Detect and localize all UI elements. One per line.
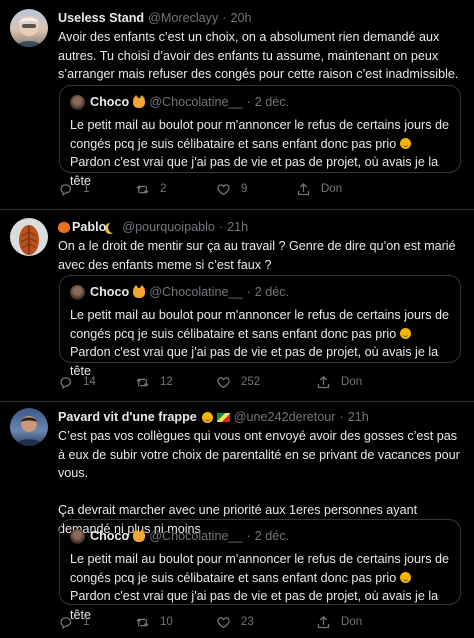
tweet[interactable]: Pavard vit d'une frappe @une242deretour … [0,402,474,638]
share-icon [316,615,331,630]
congo-flag-icon [216,412,230,422]
share-button[interactable]: Don [316,612,362,632]
like-button[interactable]: 252 [216,372,260,392]
reply-button[interactable]: 1 [58,179,89,199]
share-label: Don [321,183,343,195]
share-button[interactable]: Don [296,179,342,199]
quoted-avatar [70,95,85,110]
separator: · [246,95,251,109]
avatar[interactable] [10,408,48,446]
quoted-line-1: Le petit mail au boulot pour m'annoncer … [70,552,453,585]
retweet-button[interactable]: 12 [135,372,173,392]
tweet-actions: 1 10 23 Don [58,612,453,632]
timestamp[interactable]: 21h [348,409,369,425]
upside-down-face-emoji-icon [399,327,411,339]
like-icon [216,182,231,197]
quoted-line-1: Le petit mail au boulot pour m'annoncer … [70,118,453,151]
moon-emoji-icon [108,222,118,233]
quoted-author-name: Choco [90,95,130,109]
like-count: 9 [241,183,248,195]
author-name[interactable]: Useless Stand [58,10,144,26]
tweet-text: Avoir des enfants c’est un choix, on a a… [58,30,459,81]
reply-count: 1 [83,616,90,628]
retweet-button[interactable]: 2 [135,179,166,199]
upside-down-face-emoji-icon [399,137,411,149]
retweet-icon [135,615,150,630]
quoted-avatar [70,285,85,300]
like-button[interactable]: 23 [216,612,254,632]
retweet-icon [135,182,150,197]
upside-down-face-emoji-icon [399,571,411,583]
timestamp[interactable]: 20h [230,10,251,26]
avatar[interactable] [10,218,48,256]
retweet-count: 12 [160,376,173,388]
retweet-count: 10 [160,616,173,628]
retweet-icon [135,375,150,390]
reply-button[interactable]: 14 [58,372,96,392]
quoted-author-handle: @Chocolatine__ [149,529,243,543]
share-button[interactable]: Don [316,372,362,392]
like-icon [216,375,231,390]
quoted-line-1: Le petit mail au boulot pour m'annoncer … [70,308,453,341]
tweet[interactable]: Pablo @pourquoipablo · 21h On a le droit… [0,210,474,402]
share-label: Don [341,376,363,388]
separator: · [246,529,251,543]
reply-count: 1 [83,183,90,195]
author-handle[interactable]: @Moreclayy [148,10,218,26]
share-icon [296,182,311,197]
like-button[interactable]: 9 [216,179,247,199]
quoted-author-handle: @Chocolatine__ [149,95,243,109]
tweet-text: On a le droit de mentir sur ça au travai… [58,239,460,272]
tweet-actions: 14 12 252 Don [58,372,453,392]
cat-emoji-icon [133,528,146,542]
cat-emoji-icon [133,94,146,108]
quoted-date: 2 déc. [254,95,290,109]
separator: · [339,410,344,424]
avatar[interactable] [10,9,48,47]
quoted-tweet[interactable]: Choco @Chocolatine__ · 2 déc. Le petit m… [59,275,461,378]
quoted-avatar [70,529,85,544]
share-label: Don [341,616,363,628]
author-name[interactable]: Pavard vit d'une frappe [58,409,197,425]
author-handle[interactable]: @une242deretour [234,409,336,425]
like-count: 252 [241,376,261,388]
tweet[interactable]: Useless Stand @Moreclayy · 20h Avoir des… [0,0,474,210]
quoted-date: 2 déc. [254,285,290,299]
quoted-author-name: Choco [90,285,130,299]
quoted-author-handle: @Chocolatine__ [149,285,243,299]
timestamp[interactable]: 21h [227,219,248,235]
author-handle[interactable]: @pourquoipablo [122,219,215,235]
separator: · [222,11,227,25]
reply-button[interactable]: 1 [58,612,89,632]
reply-icon [58,375,73,390]
like-icon [216,615,231,630]
pumpkin-emoji-icon [58,221,70,233]
like-count: 23 [241,616,254,628]
reply-icon [58,615,73,630]
retweet-count: 2 [160,183,167,195]
quoted-tweet[interactable]: Choco @Chocolatine__ · 2 déc. Le petit m… [59,519,461,622]
quoted-date: 2 déc. [254,529,290,543]
tweet-actions: 1 2 9 Don [58,179,453,199]
reply-count: 14 [83,376,96,388]
quoted-author-name: Choco [90,529,130,543]
share-icon [316,375,331,390]
smirk-emoji-icon [201,411,213,423]
quoted-text: Le petit mail au boulot pour m'annoncer … [70,306,450,380]
separator: · [246,285,251,299]
retweet-button[interactable]: 10 [135,612,173,632]
quoted-tweet[interactable]: Choco @Chocolatine__ · 2 déc. Le petit m… [59,85,461,188]
separator: · [218,220,224,234]
author-name[interactable]: Pablo [72,219,106,235]
cat-emoji-icon [133,284,146,298]
reply-icon [58,182,73,197]
